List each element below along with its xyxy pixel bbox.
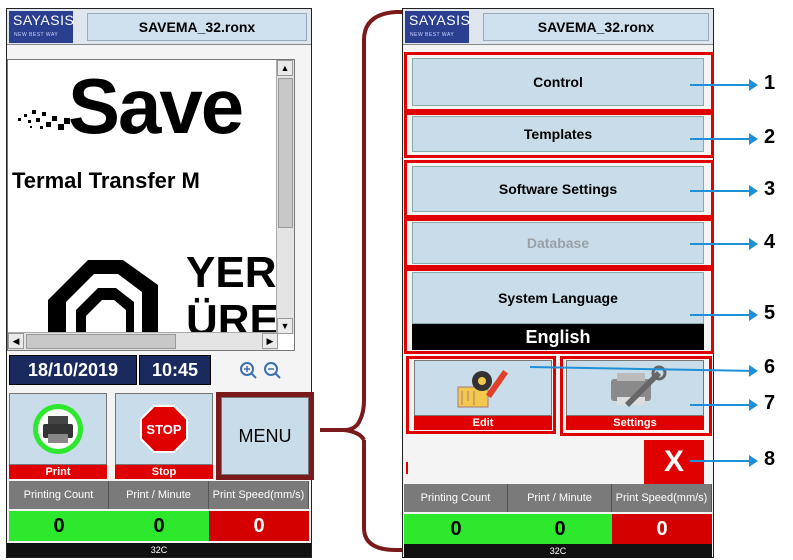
- callout-arrow-3: [690, 185, 758, 197]
- callout-number-6: 6: [764, 356, 776, 378]
- callout-number-8: 8: [764, 448, 776, 470]
- scroll-left-icon[interactable]: ◀: [8, 333, 24, 349]
- callout-arrow-5: [690, 309, 758, 321]
- print-speed-label: Print Speed(mm/s): [612, 484, 712, 512]
- printing-count-value: 0: [404, 514, 508, 544]
- print-per-minute-value: 0: [109, 511, 209, 541]
- print-speed-value: 0: [209, 511, 309, 541]
- highlight-software-settings: [404, 160, 714, 218]
- horizontal-scrollbar[interactable]: ◀ ▶: [8, 332, 278, 350]
- print-button[interactable]: [9, 393, 107, 465]
- scroll-right-icon[interactable]: ▶: [262, 333, 278, 349]
- file-name-label: SAVEMA_32.ronx: [483, 13, 709, 41]
- dot-swoosh-graphic: [18, 110, 70, 130]
- horizontal-scroll-thumb[interactable]: [26, 334, 176, 349]
- stop-label: Stop: [115, 465, 213, 479]
- callout-arrow-7: [690, 399, 758, 411]
- highlight-system-language: [404, 268, 714, 354]
- vertical-scrollbar[interactable]: ▲ ▼: [276, 60, 294, 334]
- date-display: 18/10/2019: [9, 355, 137, 385]
- callout-number-4: 4: [764, 231, 776, 253]
- highlight-database: [404, 218, 714, 268]
- preview-brand-text: Save: [68, 62, 244, 150]
- sayasis-logo: SAYASIS NEW BEST WAY: [405, 11, 470, 43]
- time-display: 10:45: [139, 355, 211, 385]
- callout-arrow-2: [690, 133, 758, 145]
- label-preview[interactable]: Save Termal Transfer M YER ÜRE ▲ ▼ ◀ ▶: [7, 59, 295, 351]
- right-title-bar: SAYASIS NEW BEST WAY SAVEMA_32.ronx: [403, 9, 713, 45]
- scroll-down-icon[interactable]: ▼: [277, 318, 293, 334]
- printing-count-label: Printing Count: [9, 481, 109, 509]
- stop-button[interactable]: STOP: [115, 393, 213, 465]
- printer-icon: [33, 404, 83, 454]
- printing-count-value: 0: [9, 511, 109, 541]
- svg-text:STOP: STOP: [146, 422, 181, 437]
- zoom-out-icon[interactable]: [263, 361, 283, 381]
- print-label: Print: [9, 465, 107, 479]
- preview-graphic-text-1: YER: [186, 248, 277, 297]
- scroll-up-icon[interactable]: ▲: [277, 60, 293, 76]
- file-name-label: SAVEMA_32.ronx: [87, 13, 307, 41]
- highlight-templates: [404, 112, 714, 158]
- red-marker: [406, 462, 408, 474]
- print-per-minute-value: 0: [508, 514, 612, 544]
- print-per-minute-label: Print / Minute: [109, 481, 209, 509]
- stop-sign-icon: STOP: [140, 405, 188, 453]
- callout-number-1: 1: [764, 72, 776, 94]
- menu-bracket-connector: [320, 10, 408, 552]
- status-bar: 32C: [7, 543, 311, 557]
- sayasis-logo: SAYASIS NEW BEST WAY: [9, 11, 74, 43]
- callout-arrow-4: [690, 238, 758, 250]
- callout-arrow-1: [690, 79, 758, 91]
- vertical-scroll-thumb[interactable]: [278, 78, 293, 228]
- preview-subtitle-text: Termal Transfer M: [12, 168, 200, 193]
- callout-number-3: 3: [764, 178, 776, 200]
- callout-number-2: 2: [764, 126, 776, 148]
- callout-number-7: 7: [764, 392, 776, 414]
- print-per-minute-label: Print / Minute: [508, 484, 612, 512]
- print-speed-value: 0: [612, 514, 712, 544]
- close-button[interactable]: X: [644, 440, 704, 484]
- callout-number-5: 5: [764, 302, 776, 324]
- left-title-bar: SAYASIS NEW BEST WAY SAVEMA_32.ronx: [7, 9, 311, 45]
- preview-graphic-text-2: ÜRE: [186, 296, 279, 334]
- handshake-icon: [48, 260, 158, 334]
- status-bar: 32C: [404, 544, 712, 558]
- left-screen: SAYASIS NEW BEST WAY SAVEMA_32.ronx Save…: [6, 8, 314, 558]
- zoom-in-icon[interactable]: [239, 361, 259, 381]
- callout-arrow-8: [690, 455, 758, 467]
- menu-button[interactable]: MENU: [216, 392, 314, 480]
- printing-count-label: Printing Count: [404, 484, 508, 512]
- highlight-control: [404, 52, 714, 112]
- print-speed-label: Print Speed(mm/s): [209, 481, 309, 509]
